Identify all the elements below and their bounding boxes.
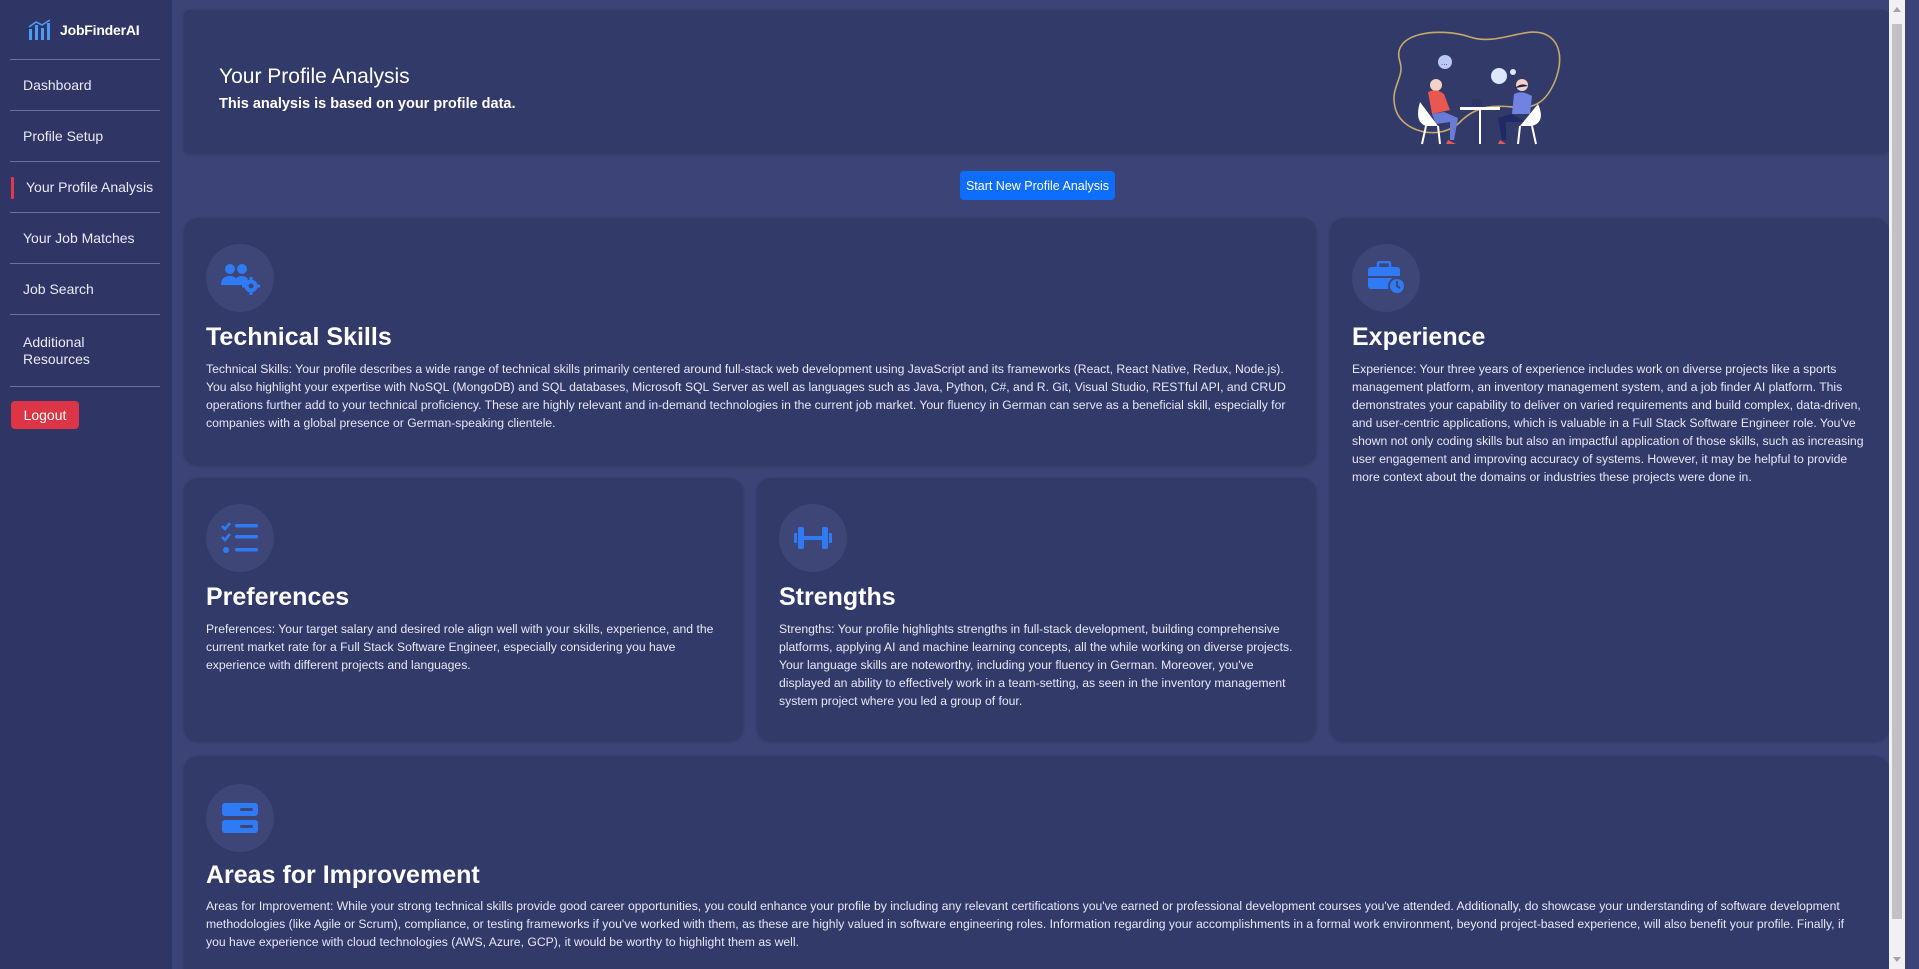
sidebar-item-label: Profile Setup [23, 127, 104, 144]
sidebar-nav: Dashboard Profile Setup Your Profile Ana… [10, 60, 160, 387]
page-title: Your Profile Analysis [219, 65, 410, 88]
improvement-icon-badge [206, 784, 274, 852]
logout-button[interactable]: Logout [11, 401, 79, 429]
card-text: Technical Skills: Your profile describes… [206, 362, 1286, 430]
sidebar-item-profile-setup[interactable]: Profile Setup [10, 111, 160, 162]
users-gear-icon [221, 264, 260, 295]
interview-illustration: ... [1393, 31, 1561, 145]
scroll-up-arrow-icon[interactable] [1893, 7, 1901, 12]
sidebar-item-label: Your Job Matches [23, 229, 135, 246]
card-title: Technical Skills [206, 323, 392, 351]
card-text: Experience: Your three years of experien… [1352, 362, 1864, 484]
card-title: Experience [1352, 323, 1486, 351]
app-logo[interactable]: JobFinderAI [10, 0, 160, 60]
sidebar-item-label: Dashboard [23, 76, 92, 93]
sidebar-item-profile-analysis[interactable]: Your Profile Analysis [10, 162, 160, 213]
right-edge-strip [1905, 0, 1919, 969]
list-check-icon [221, 522, 258, 553]
technical-skills-icon-badge [206, 244, 274, 312]
sidebar-item-label: Job Search [23, 280, 94, 297]
main-content: Your Profile Analysis This analysis is b… [172, 0, 1889, 969]
bar-chart-logo-icon [28, 18, 51, 40]
strengths-card: Strengths Strengths: Your profile highli… [757, 478, 1316, 741]
server-icon [222, 803, 258, 833]
start-new-analysis-button[interactable]: Start New Profile Analysis [960, 171, 1115, 200]
analysis-header: Your Profile Analysis This analysis is b… [184, 10, 1889, 153]
preferences-icon-badge [206, 504, 274, 572]
scroll-down-arrow-icon[interactable] [1893, 957, 1901, 962]
sidebar-item-dashboard[interactable]: Dashboard [10, 60, 160, 111]
experience-icon-badge [1352, 244, 1420, 312]
sidebar-item-label: Additional Resources [23, 333, 90, 367]
card-title: Strengths [779, 583, 896, 611]
preferences-card: Preferences Preferences: Your target sal… [184, 478, 743, 741]
vertical-scrollbar[interactable] [1889, 0, 1905, 969]
sidebar-item-label: Your Profile Analysis [26, 178, 154, 195]
page-subtitle: This analysis is based on your profile d… [219, 96, 516, 112]
sidebar-item-additional-resources[interactable]: Additional Resources [10, 315, 160, 387]
sidebar: JobFinderAI Dashboard Profile Setup Your… [0, 0, 172, 969]
dumbbell-icon [794, 527, 832, 549]
card-text: Areas for Improvement: While your strong… [206, 899, 1845, 949]
card-title: Areas for Improvement [206, 861, 480, 889]
card-text: Preferences: Your target salary and desi… [206, 622, 714, 672]
scrollbar-thumb[interactable] [1892, 24, 1902, 919]
briefcase-clock-icon [1368, 261, 1406, 295]
svg-text:...: ... [1441, 58, 1448, 67]
card-title: Preferences [206, 583, 350, 611]
technical-skills-card: Technical Skills Technical Skills: Your … [184, 218, 1316, 465]
areas-for-improvement-card: Areas for Improvement Areas for Improvem… [184, 756, 1889, 969]
app-name: JobFinderAI [60, 21, 140, 38]
card-text: Strengths: Your profile highlights stren… [779, 622, 1293, 708]
sidebar-item-job-search[interactable]: Job Search [10, 264, 160, 315]
strengths-icon-badge [779, 504, 847, 572]
sidebar-item-job-matches[interactable]: Your Job Matches [10, 213, 160, 264]
experience-card: Experience Experience: Your three years … [1330, 218, 1889, 741]
